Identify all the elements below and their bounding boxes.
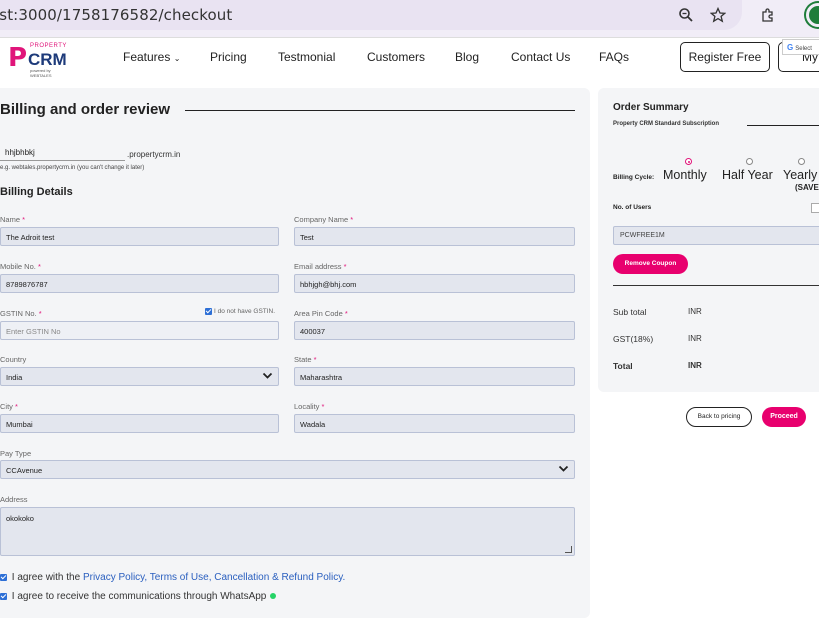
resize-grip-icon[interactable] — [565, 546, 572, 553]
logo-main-text: CRM — [28, 50, 67, 69]
logo-sub-text: powered by WEBTALES — [30, 68, 52, 78]
nav-testimonial[interactable]: Testmonial — [278, 50, 335, 64]
chevron-down-icon — [558, 463, 569, 477]
city-label: City * — [0, 402, 18, 411]
subtotal-label: Sub total — [613, 307, 647, 317]
gstin-label: GSTIN No. * — [0, 309, 42, 318]
zoom-icon[interactable] — [675, 4, 697, 26]
save-badge: (SAVE — [795, 183, 819, 192]
nav-pricing[interactable]: Pricing — [210, 50, 247, 64]
order-summary-subtitle: Property CRM Standard Subscription — [613, 121, 720, 127]
company-field[interactable]: Test — [294, 227, 575, 246]
name-field[interactable]: The Adroit test — [0, 227, 279, 246]
country-select[interactable]: India — [0, 367, 279, 386]
users-label: No. of Users — [613, 204, 652, 211]
extensions-icon[interactable] — [757, 4, 779, 26]
whatsapp-label: I agree to receive the communications th… — [11, 591, 267, 602]
country-value: India — [6, 373, 23, 382]
subtotal-value: INR — [688, 307, 702, 316]
locality-field[interactable]: Wadala — [294, 414, 575, 433]
gst-value: INR — [688, 334, 702, 343]
address-value: okokoko — [6, 514, 34, 523]
paytype-select[interactable]: CCAvenue — [0, 460, 575, 479]
property-crm-logo[interactable]: P PROPERTY CRM powered by WEBTALES — [8, 43, 72, 78]
order-summary-title: Order Summary — [613, 102, 689, 113]
nav-blog[interactable]: Blog — [455, 50, 479, 64]
mobile-label: Mobile No. * — [0, 262, 41, 271]
billing-details-heading: Billing Details — [0, 186, 73, 198]
cycle-half-year-label[interactable]: Half Year — [722, 168, 773, 182]
chevron-down-icon: ⌄ — [173, 54, 181, 63]
site-header: P PROPERTY CRM powered by WEBTALES Featu… — [0, 38, 819, 78]
agree-policy-checkbox[interactable]: I agree with the Privacy Policy, Terms o… — [0, 572, 345, 583]
profile-avatar[interactable] — [806, 3, 819, 27]
cycle-yearly-label[interactable]: Yearly — [783, 168, 817, 182]
name-label: Name * — [0, 215, 26, 224]
policy-links[interactable]: Privacy Policy, Terms of Use, Cancellati… — [83, 572, 345, 583]
radio-half-year[interactable] — [746, 158, 753, 165]
email-label: Email address * — [294, 262, 347, 271]
chevron-down-icon — [262, 370, 273, 384]
back-to-pricing-button[interactable]: Back to pricing — [686, 407, 752, 427]
address-bar[interactable]: ost:3000/1758176582/checkout — [0, 0, 742, 30]
subdomain-suffix: .propertycrm.in — [127, 150, 181, 159]
register-free-button[interactable]: Register Free — [680, 42, 770, 72]
agree-whatsapp-checkbox[interactable]: I agree to receive the communications th… — [0, 591, 277, 602]
translate-label: Select — [795, 46, 812, 52]
proceed-button[interactable]: Proceed — [762, 407, 806, 427]
address-textarea[interactable]: okokoko — [0, 507, 575, 556]
no-gstin-label: I do not have GSTIN. — [214, 308, 276, 316]
nav-contact-us[interactable]: Contact Us — [511, 50, 570, 64]
whatsapp-icon — [270, 593, 277, 600]
checkbox-checked-icon — [0, 592, 7, 600]
url-text[interactable]: ost:3000/1758176582/checkout — [0, 6, 232, 24]
google-translate-widget[interactable]: G Select — [782, 39, 819, 55]
gstin-field[interactable]: Enter GSTIN No — [0, 321, 279, 340]
gst-label: GST(18%) — [613, 334, 654, 344]
paytype-label: Pay Type — [0, 449, 32, 458]
agree-prefix: I agree with the — [11, 572, 83, 583]
coupon-field[interactable]: PCWFREE1M — [613, 226, 819, 245]
pincode-field[interactable]: 400037 — [294, 321, 575, 340]
subtitle-divider — [747, 125, 819, 126]
total-value: INR — [688, 361, 702, 370]
email-field[interactable]: hbhjgh@bhj.com — [294, 274, 575, 293]
locality-label: Locality * — [294, 402, 325, 411]
company-label: Company Name * — [294, 215, 354, 224]
checkbox-checked-icon — [205, 308, 212, 315]
billing-title: Billing and order review — [0, 101, 171, 118]
nav-features-label: Features — [123, 50, 171, 64]
nav-features[interactable]: Features ⌄ — [123, 50, 180, 64]
state-field[interactable]: Maharashtra — [294, 367, 575, 386]
pincode-label: Area Pin Code * — [294, 309, 348, 318]
billing-cycle-label: Billing Cycle: — [613, 174, 655, 181]
country-label: Country — [0, 355, 27, 364]
paytype-value: CCAvenue — [6, 466, 43, 475]
google-g-icon: G — [787, 43, 794, 52]
radio-yearly[interactable] — [798, 158, 805, 165]
checkbox-checked-icon — [0, 573, 7, 581]
logo-top-text: PROPERTY — [30, 43, 67, 49]
remove-coupon-button[interactable]: Remove Coupon — [613, 254, 688, 274]
total-label: Total — [613, 361, 633, 371]
nav-customers[interactable]: Customers — [367, 50, 425, 64]
no-gstin-checkbox[interactable]: I do not have GSTIN. — [205, 308, 275, 315]
state-label: State * — [294, 355, 317, 364]
title-divider — [185, 110, 575, 111]
city-field[interactable]: Mumbai — [0, 414, 279, 433]
cycle-monthly-label[interactable]: Monthly — [663, 168, 707, 182]
mobile-field[interactable]: 8789876787 — [0, 274, 279, 293]
summary-divider — [613, 285, 819, 286]
subdomain-hint: e.g. webtales.propertycrm.in (you can't … — [0, 165, 145, 171]
radio-monthly[interactable] — [685, 158, 692, 165]
nav-faqs[interactable]: FAQs — [599, 50, 629, 64]
users-input[interactable] — [811, 203, 819, 213]
address-label: Address — [0, 495, 28, 504]
browser-toolbar: ost:3000/1758176582/checkout — [0, 0, 819, 38]
logo-mark-icon: P — [8, 43, 28, 73]
subdomain-input[interactable]: hhjbhbkj — [0, 148, 125, 161]
bookmark-star-icon[interactable] — [707, 4, 729, 26]
